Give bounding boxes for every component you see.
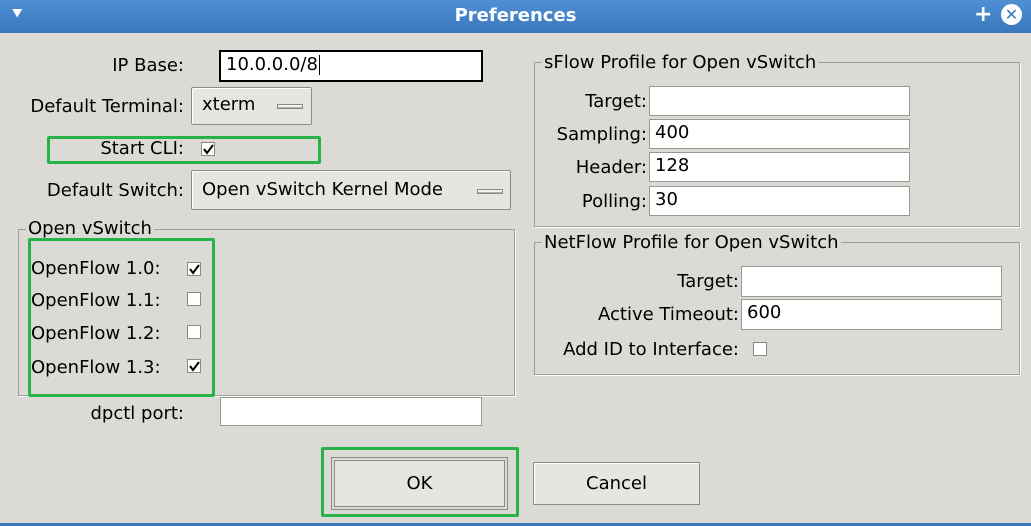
sflow-polling-input[interactable]: 30 [649,186,910,216]
dpctl-port-input[interactable] [220,397,482,426]
highlight-openflow [28,238,215,397]
sflow-target-input[interactable] [649,86,910,116]
default-switch-label: Default Switch: [46,180,184,201]
sflow-target-label: Target: [585,91,647,112]
active-timeout-label: Active Timeout: [598,304,739,325]
sflow-polling-label: Polling: [581,191,647,212]
add-id-checkbox[interactable] [753,342,767,356]
sflow-header-value: 128 [655,155,690,176]
active-timeout-value: 600 [747,302,782,323]
sflow-header-label: Header: [575,157,647,178]
sflow-polling-value: 30 [655,189,678,210]
default-terminal-value: xterm [202,94,256,115]
netflow-title: NetFlow Profile for Open vSwitch [542,232,841,253]
window-title: Preferences [454,5,577,26]
default-terminal-menu[interactable]: xterm [191,87,312,125]
sflow-sampling-value: 400 [655,122,690,143]
sflow-header-input[interactable]: 128 [649,152,910,182]
ip-base-label: IP Base: [112,55,184,76]
sflow-sampling-label: Sampling: [556,124,647,145]
cancel-button[interactable]: Cancel [533,462,700,505]
title-bar: ⯆ Preferences + ✕ [0,0,1031,33]
sflow-sampling-input[interactable]: 400 [649,119,910,149]
close-icon[interactable]: ✕ [1001,4,1022,25]
default-switch-menu[interactable]: Open vSwitch Kernel Mode [191,170,511,210]
add-id-label: Add ID to Interface: [563,339,739,360]
ip-base-input[interactable]: 10.0.0.0/8 [219,50,483,82]
text-cursor [318,55,320,75]
open-vswitch-title: Open vSwitch [26,218,154,239]
highlight-ok [321,447,519,517]
maximize-icon[interactable]: + [974,2,992,27]
default-switch-value: Open vSwitch Kernel Mode [202,179,443,200]
highlight-start-cli [47,136,321,164]
sflow-title: sFlow Profile for Open vSwitch [542,52,819,73]
option-menu-indicator-icon [477,189,503,194]
dpctl-port-label: dpctl port: [90,403,185,424]
netflow-target-label: Target: [677,271,739,292]
ip-base-value: 10.0.0.0/8 [226,54,318,75]
active-timeout-input[interactable]: 600 [741,299,1002,330]
option-menu-indicator-icon [277,104,303,109]
netflow-target-input[interactable] [741,266,1002,297]
default-terminal-label: Default Terminal: [30,96,184,117]
